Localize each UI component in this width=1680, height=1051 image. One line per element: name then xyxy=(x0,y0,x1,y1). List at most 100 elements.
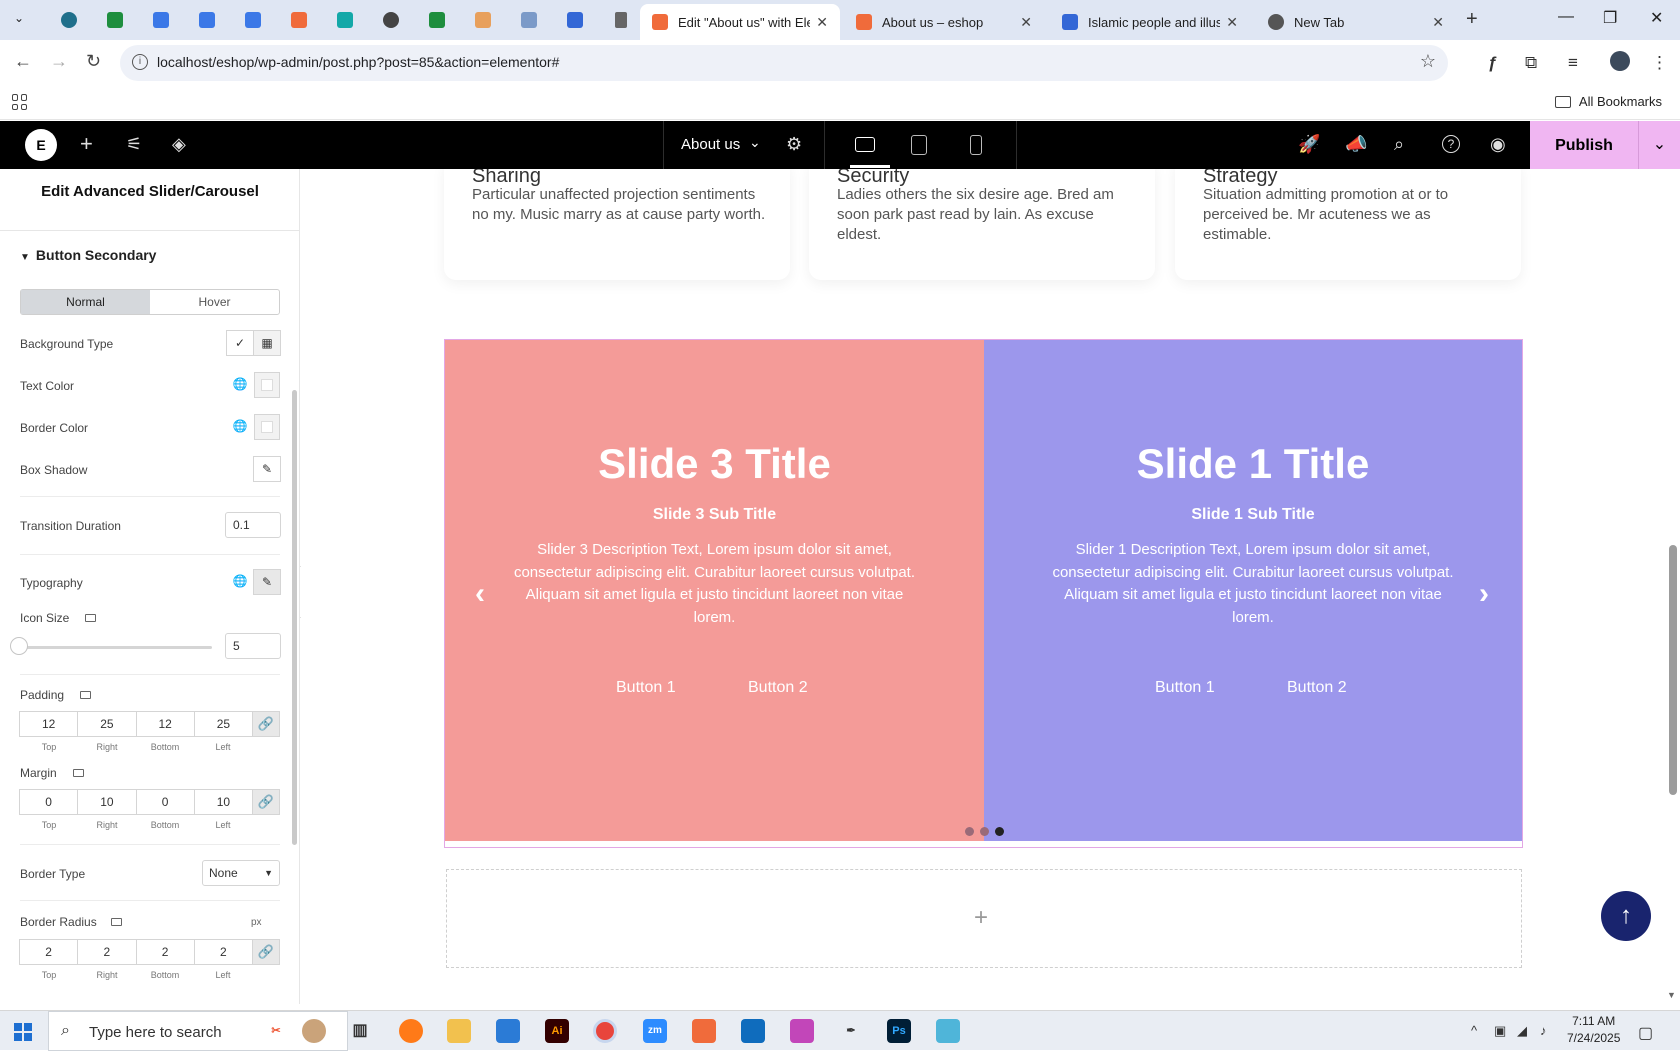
slide-button-2[interactable]: Button 2 xyxy=(748,679,808,697)
tab-islamic-people[interactable]: Islamic people and illustr ✕ xyxy=(1050,4,1250,40)
close-icon[interactable]: ✕ xyxy=(1432,14,1444,31)
pinned-tab-sheets[interactable] xyxy=(92,6,138,34)
bookmark-star-icon[interactable]: ☆ xyxy=(1420,51,1436,72)
text-color-swatch[interactable] xyxy=(254,372,280,398)
icon-size-slider-handle[interactable] xyxy=(10,637,28,655)
pen-tool-icon[interactable]: ✒ xyxy=(839,1019,863,1043)
illustrator-icon[interactable]: Ai xyxy=(545,1019,569,1043)
reload-icon[interactable]: ↻ xyxy=(86,51,101,72)
monitor-icon[interactable] xyxy=(73,769,84,777)
font-extension-icon[interactable]: ƒ xyxy=(1488,53,1497,73)
add-section-dropzone[interactable]: + xyxy=(446,869,1522,968)
tray-chevron-up-icon[interactable]: ^ xyxy=(1471,1023,1477,1038)
add-section-plus-icon[interactable]: + xyxy=(974,904,988,932)
radius-bottom-input[interactable]: 2 xyxy=(135,939,195,965)
tab-normal[interactable]: Normal xyxy=(21,290,150,314)
outlook-icon[interactable] xyxy=(741,1019,765,1043)
url-text[interactable]: localhost/eshop/wp-admin/post.php?post=8… xyxy=(157,54,559,70)
file-explorer-icon[interactable] xyxy=(447,1019,471,1043)
pinned-tab-docs-1[interactable] xyxy=(138,6,184,34)
slide-button-1[interactable]: Button 1 xyxy=(1155,679,1215,697)
brush-icon[interactable]: ✓ xyxy=(226,330,254,356)
tab-edit-about-us[interactable]: Edit "About us" with Elem ✕ xyxy=(640,4,840,40)
tab-new-tab[interactable]: New Tab ✕ xyxy=(1256,4,1456,40)
apps-grid-icon[interactable] xyxy=(12,94,28,110)
margin-right-input[interactable]: 10 xyxy=(77,789,137,815)
globe-icon[interactable]: 🌐 xyxy=(226,372,254,398)
tablet-icon[interactable] xyxy=(911,135,927,155)
scroll-down-arrow-icon[interactable]: ▼ xyxy=(1667,990,1676,1000)
transition-duration-input[interactable]: 0.1 xyxy=(225,512,281,538)
padding-left-input[interactable]: 25 xyxy=(193,711,253,737)
publish-options-chevron-icon[interactable]: ⌄ xyxy=(1638,121,1680,169)
zoom-icon[interactable]: zm xyxy=(643,1019,667,1043)
tools-app-icon[interactable]: ✂ xyxy=(264,1019,288,1043)
extensions-puzzle-icon[interactable]: ⧉ xyxy=(1525,53,1537,73)
windows-start-icon[interactable] xyxy=(14,1023,32,1041)
url-omnibox[interactable]: i localhost/eshop/wp-admin/post.php?post… xyxy=(120,45,1448,81)
mobile-icon[interactable] xyxy=(970,135,982,155)
desktop-icon[interactable] xyxy=(855,137,875,152)
pinned-tab-translate[interactable] xyxy=(506,6,552,34)
character-app-icon[interactable] xyxy=(302,1019,326,1043)
radius-right-input[interactable]: 2 xyxy=(77,939,137,965)
pinned-tab-xampp[interactable] xyxy=(276,6,322,34)
tab-about-us-eshop[interactable]: About us – eshop ✕ xyxy=(844,4,1044,40)
structure-layers-icon[interactable]: ◈ xyxy=(172,134,186,155)
radius-top-input[interactable]: 2 xyxy=(19,939,79,965)
task-view-icon[interactable]: ▥ xyxy=(348,1019,372,1043)
padding-bottom-input[interactable]: 12 xyxy=(135,711,195,737)
all-bookmarks-button[interactable]: All Bookmarks xyxy=(1554,94,1662,109)
window-close-icon[interactable]: ✕ xyxy=(1650,8,1663,28)
link-values-icon[interactable]: 🔗 xyxy=(252,939,280,965)
pinned-tab-chatgpt[interactable] xyxy=(368,6,414,34)
margin-top-input[interactable]: 0 xyxy=(19,789,79,815)
pinned-tab-sheets-2[interactable] xyxy=(414,6,460,34)
panel-scrollbar[interactable] xyxy=(292,390,297,845)
tray-network-icon[interactable]: ▣ xyxy=(1494,1023,1506,1039)
preview-eye-icon[interactable]: ◉ xyxy=(1490,134,1506,155)
photoshop-icon[interactable]: Ps xyxy=(887,1019,911,1043)
margin-left-input[interactable]: 10 xyxy=(193,789,253,815)
tab-search-chevron-icon[interactable]: ⌄ xyxy=(14,11,24,25)
monitor-icon[interactable] xyxy=(111,918,122,926)
add-element-plus-icon[interactable]: + xyxy=(80,131,93,157)
pinned-tab-mountain[interactable] xyxy=(460,6,506,34)
padding-right-input[interactable]: 25 xyxy=(77,711,137,737)
link-values-icon[interactable]: 🔗 xyxy=(252,789,280,815)
pinned-tab-docs-3[interactable] xyxy=(230,6,276,34)
pencil-icon[interactable]: ✎ xyxy=(253,456,281,482)
chevron-right-icon[interactable]: › xyxy=(1479,577,1489,611)
chrome-menu-icon[interactable]: ⋮ xyxy=(1651,53,1668,73)
icon-size-input[interactable]: 5 xyxy=(225,633,281,659)
chevron-left-icon[interactable]: ‹ xyxy=(475,577,485,611)
monitor-icon[interactable] xyxy=(85,614,96,622)
minimize-icon[interactable]: — xyxy=(1558,8,1574,26)
pencil-icon[interactable]: ✎ xyxy=(253,569,281,595)
radius-left-input[interactable]: 2 xyxy=(193,939,253,965)
close-icon[interactable]: ✕ xyxy=(816,14,828,31)
pinned-tab-audio[interactable] xyxy=(598,6,644,34)
help-icon[interactable]: ? xyxy=(1442,135,1460,153)
search-icon[interactable]: ⌕ xyxy=(1394,134,1404,155)
border-color-swatch[interactable] xyxy=(254,414,280,440)
vscode-icon[interactable] xyxy=(496,1019,520,1043)
new-tab-plus-icon[interactable]: + xyxy=(1466,8,1478,31)
notifications-megaphone-icon[interactable]: 📣 xyxy=(1345,134,1367,155)
restore-icon[interactable]: ❐ xyxy=(1603,8,1617,28)
pinned-tab-docs-2[interactable] xyxy=(184,6,230,34)
margin-bottom-input[interactable]: 0 xyxy=(135,789,195,815)
xampp-icon[interactable] xyxy=(692,1019,716,1043)
padding-top-input[interactable]: 12 xyxy=(19,711,79,737)
slide-button-2[interactable]: Button 2 xyxy=(1287,679,1347,697)
notifications-icon[interactable]: ▢ xyxy=(1638,1023,1653,1043)
section-toggle-button-secondary[interactable]: ▼ Button Secondary xyxy=(20,247,156,263)
link-values-icon[interactable]: 🔗 xyxy=(252,711,280,737)
border-type-select[interactable]: None ▼ xyxy=(202,860,280,886)
pinned-tab-wordpress[interactable] xyxy=(46,6,92,34)
media-control-icon[interactable]: ≡ xyxy=(1568,53,1578,73)
pinned-tab-forms[interactable] xyxy=(552,6,598,34)
globe-icon[interactable]: 🌐 xyxy=(226,414,254,440)
carousel-dot-active[interactable] xyxy=(995,827,1004,836)
icon-size-slider-track[interactable] xyxy=(20,646,212,649)
